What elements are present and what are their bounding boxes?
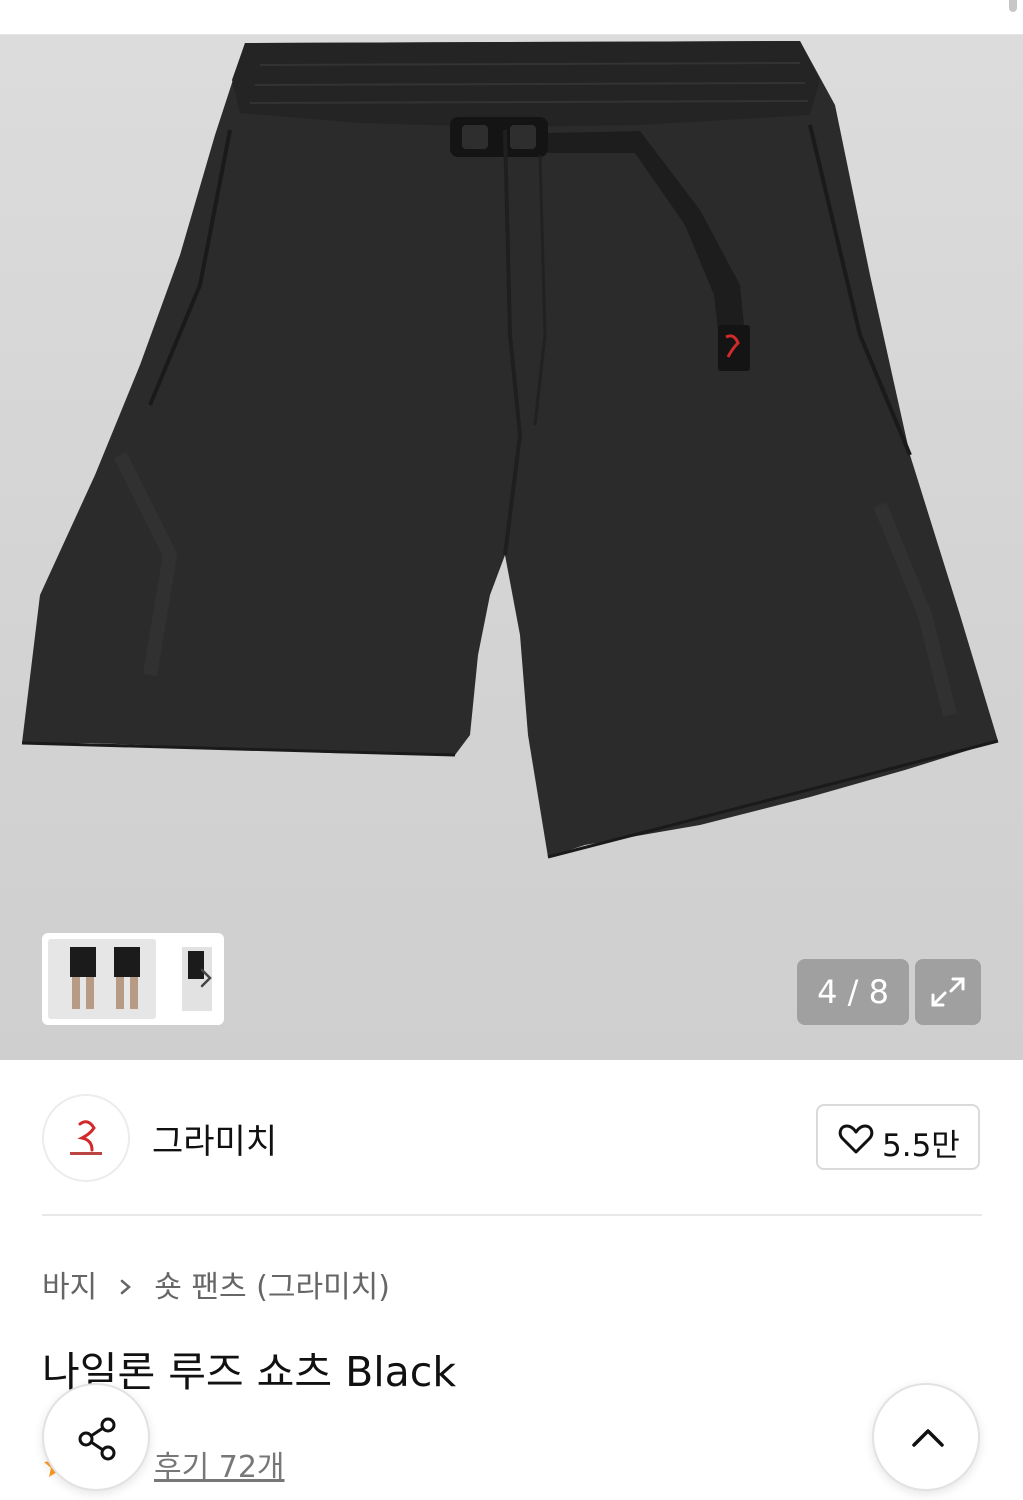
- like-button[interactable]: 5.5만: [816, 1104, 980, 1170]
- share-icon: [78, 1417, 116, 1461]
- product-image-gallery[interactable]: 4 / 8: [0, 35, 1023, 1060]
- divider: [42, 1214, 982, 1216]
- expand-button[interactable]: [915, 959, 981, 1025]
- brand-name[interactable]: 그라미치: [152, 1114, 277, 1163]
- gramicci-logo[interactable]: [42, 1094, 130, 1182]
- top-bar: [0, 0, 1023, 35]
- chevron-right-icon: [117, 1272, 135, 1296]
- chevron-right-icon[interactable]: [194, 963, 218, 993]
- scroll-top-button[interactable]: [872, 1383, 980, 1491]
- product-image: [21, 41, 999, 859]
- thumbnail-image[interactable]: [48, 939, 156, 1019]
- heart-outline-icon: [838, 1124, 874, 1154]
- scrollbar[interactable]: [1009, 0, 1017, 12]
- breadcrumb: 바지 숏 팬츠 (그라미치): [42, 1262, 390, 1306]
- review-count-link[interactable]: 후기 72개: [154, 1442, 285, 1486]
- image-counter-separator: /: [837, 973, 869, 1011]
- expand-icon: [931, 977, 965, 1007]
- chevron-up-icon: [912, 1429, 944, 1447]
- brand-row: 그라미치 5.5만: [42, 1092, 982, 1182]
- like-count: 5.5만: [882, 1128, 960, 1164]
- breadcrumb-subcategory[interactable]: 숏 팬츠 (그라미치): [154, 1262, 390, 1306]
- image-counter: 4 / 8: [797, 959, 909, 1025]
- share-button[interactable]: [42, 1383, 150, 1491]
- image-counter-current: 4: [817, 973, 838, 1011]
- image-counter-total: 8: [868, 973, 889, 1011]
- breadcrumb-category[interactable]: 바지: [42, 1262, 97, 1306]
- thumbnail-strip[interactable]: [42, 933, 224, 1025]
